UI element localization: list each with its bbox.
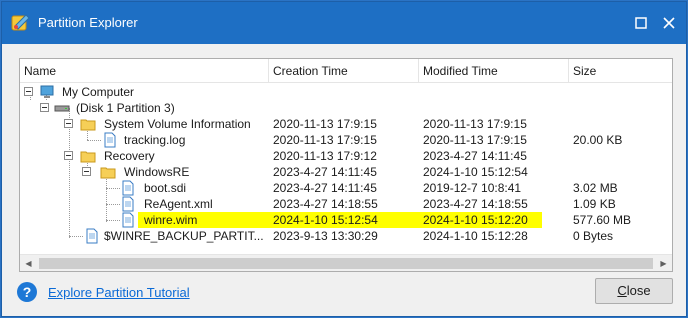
row-size: 20.00 KB: [573, 133, 623, 147]
file-icon: [122, 212, 134, 228]
row-name: Recovery: [104, 149, 155, 163]
collapse-toggle[interactable]: [64, 119, 73, 128]
row-creation-time: 2020-11-13 17:9:12: [273, 149, 377, 163]
title-bar: Partition Explorer: [2, 2, 686, 44]
scroll-thumb[interactable]: [39, 258, 653, 269]
column-header-name[interactable]: Name: [20, 59, 269, 83]
row-creation-time: 2020-11-13 17:9:15: [273, 133, 377, 147]
close-icon: [663, 17, 675, 29]
row-creation-time: 2023-9-13 13:30:29: [273, 229, 378, 243]
dialog-content: Name Creation Time Modified Time Size My…: [2, 44, 686, 316]
folder-icon: [80, 151, 96, 163]
row-size: 577.60 MB: [573, 213, 632, 227]
close-window-button[interactable]: [656, 10, 682, 36]
tree-row-partition[interactable]: (Disk 1 Partition 3): [20, 100, 672, 116]
file-icon: [86, 228, 98, 244]
row-name: boot.sdi: [144, 181, 187, 195]
row-name: ReAgent.xml: [144, 197, 213, 211]
row-creation-time: 2023-4-27 14:18:55: [273, 197, 378, 211]
row-creation-time: 2024-1-10 15:12:54: [273, 213, 378, 227]
file-icon: [104, 132, 116, 148]
row-name: tracking.log: [124, 133, 186, 147]
partition-explorer-window: Partition Explorer Name Creation Time Mo…: [1, 1, 687, 317]
collapse-toggle[interactable]: [82, 167, 91, 176]
maximize-icon: [635, 17, 647, 29]
column-header-size[interactable]: Size: [569, 59, 672, 83]
file-icon: [122, 196, 134, 212]
row-modified-time: 2023-4-27 14:11:45: [423, 149, 527, 163]
row-modified-time: 2020-11-13 17:9:15: [423, 133, 527, 147]
row-modified-time: 2020-11-13 17:9:15: [423, 117, 527, 131]
tree-row-windowsre[interactable]: WindowsRE 2023-4-27 14:11:45 2024-1-10 1…: [20, 164, 672, 180]
folder-icon: [100, 167, 116, 179]
tree-row-system-volume-information[interactable]: System Volume Information 2020-11-13 17:…: [20, 116, 672, 132]
row-modified-time: 2024-1-10 15:12:28: [423, 229, 528, 243]
row-name: (Disk 1 Partition 3): [76, 101, 175, 115]
tree-row-recovery[interactable]: Recovery 2020-11-13 17:9:12 2023-4-27 14…: [20, 148, 672, 164]
folder-icon: [80, 119, 96, 131]
close-button[interactable]: Close: [595, 278, 673, 304]
svg-text:?: ?: [23, 284, 32, 300]
window-title: Partition Explorer: [38, 15, 138, 30]
partition-tree-list[interactable]: Name Creation Time Modified Time Size My…: [19, 58, 673, 272]
tree-row-boot-sdi[interactable]: boot.sdi 2023-4-27 14:11:45 2019-12-7 10…: [20, 180, 672, 196]
maximize-button[interactable]: [628, 10, 654, 36]
close-label-rest: lose: [626, 283, 651, 298]
explore-partition-tutorial-link[interactable]: Explore Partition Tutorial: [48, 285, 190, 300]
tree-row-winre-backup-partition[interactable]: $WINRE_BACKUP_PARTIT... 2023-9-13 13:30:…: [20, 228, 672, 244]
row-size: 0 Bytes: [573, 229, 614, 243]
scroll-left-arrow-icon[interactable]: ◀: [20, 255, 37, 271]
tree-row-winre-wim[interactable]: winre.wim 2024-1-10 15:12:54 2024-1-10 1…: [20, 212, 672, 228]
scroll-right-arrow-icon[interactable]: ▶: [655, 255, 672, 271]
horizontal-scrollbar[interactable]: ◀ ▶: [20, 254, 672, 271]
partition-wizard-app-icon: [11, 14, 30, 31]
tree-row-reagent-xml[interactable]: ReAgent.xml 2023-4-27 14:18:55 2023-4-27…: [20, 196, 672, 212]
row-name: $WINRE_BACKUP_PARTIT...: [104, 229, 264, 243]
tree-row-tracking-log[interactable]: tracking.log 2020-11-13 17:9:15 2020-11-…: [20, 132, 672, 148]
close-label-accelerator: C: [617, 283, 627, 298]
row-modified-time: 2024-1-10 15:12:20: [423, 213, 528, 227]
row-name: winre.wim: [144, 213, 198, 227]
drive-icon: [54, 105, 70, 112]
collapse-toggle[interactable]: [40, 103, 49, 112]
collapse-toggle[interactable]: [64, 151, 73, 160]
computer-icon: [40, 85, 54, 98]
row-creation-time: 2023-4-27 14:11:45: [273, 181, 377, 195]
row-creation-time: 2023-4-27 14:11:45: [273, 165, 377, 179]
row-creation-time: 2020-11-13 17:9:15: [273, 117, 377, 131]
row-name: My Computer: [62, 85, 135, 99]
row-modified-time: 2019-12-7 10:8:41: [423, 181, 522, 195]
row-name: WindowsRE: [124, 165, 190, 179]
row-name: System Volume Information: [104, 117, 251, 131]
tree-row-my-computer[interactable]: My Computer: [20, 84, 672, 100]
file-icon: [122, 180, 134, 196]
row-modified-time: 2023-4-27 14:18:55: [423, 197, 528, 211]
column-header-creation-time[interactable]: Creation Time: [269, 59, 419, 83]
help-question-icon[interactable]: ?: [16, 281, 38, 303]
row-modified-time: 2024-1-10 15:12:54: [423, 165, 528, 179]
column-header-row: Name Creation Time Modified Time Size: [20, 59, 672, 83]
column-header-modified-time[interactable]: Modified Time: [419, 59, 569, 83]
collapse-toggle[interactable]: [24, 87, 33, 96]
row-size: 1.09 KB: [573, 197, 616, 211]
row-size: 3.02 MB: [573, 181, 618, 195]
